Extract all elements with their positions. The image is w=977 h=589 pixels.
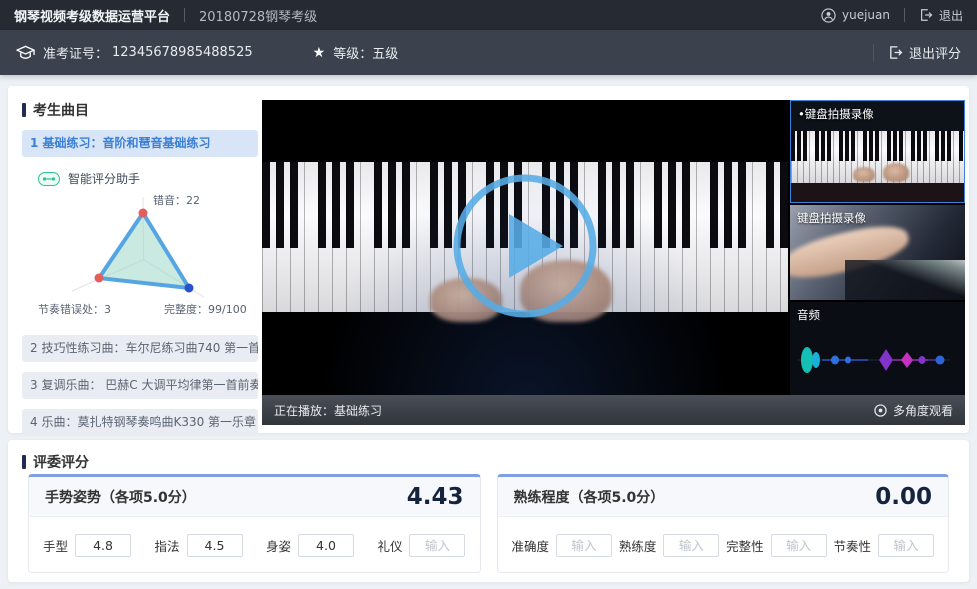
field-body-posture: 身姿 [266,534,354,557]
ticket-label: 准考证号： [43,43,108,62]
accuracy-input[interactable] [556,534,612,557]
app-title: 钢琴视频考级数据运营平台 [14,6,170,25]
field-label: 熟练度 [619,536,657,555]
thumbnail-1-label: •键盘拍摄录像 [798,106,874,122]
radar-label-wrong-notes: 错音：22 [153,193,200,207]
video-status-bar: 正在播放：基础练习 多角度观看 [262,395,965,425]
username: yuejuan [842,8,890,22]
field-etiquette: 礼仪 [377,534,465,557]
playlist-sidebar: 考生曲目 1 基础练习：音阶和琶音基础练习 智能评分助手 错音：22 节奏错误处… [22,100,258,436]
score-card-proficiency-header: 熟练程度（各项5.0分） 0.00 [498,477,949,517]
body-posture-input[interactable] [298,534,354,557]
session-title: 20180728钢琴考级 [199,6,317,25]
piano-edge-image [845,260,965,300]
multi-angle-button[interactable]: 多角度观看 [874,402,953,419]
playlist-title-text: 考生曲目 [33,100,89,120]
song-item-3[interactable]: 3 复调乐曲： 巴赫C 大调平均律第一首前奏曲 [22,372,258,399]
exit-scoring-button[interactable]: 退出评分 [909,43,961,62]
field-label: 完整性 [726,536,764,555]
card-total-score: 4.43 [407,484,464,510]
graduation-cap-icon [16,45,35,61]
divider [904,8,905,22]
play-button[interactable] [449,170,601,326]
divider [873,44,874,62]
field-proficiency: 熟练度 [619,534,720,557]
judge-scoring-panel: 评委评分 手势姿势（各项5.0分） 4.43 手型 指法 身姿 [8,440,969,582]
thumbnail-2-label: 键盘拍摄录像 [797,210,866,226]
radar-label-completeness: 完整度：99/100 [164,302,247,316]
score-card-proficiency: 熟练程度（各项5.0分） 0.00 准确度 熟练度 完整性 节奏性 [497,474,950,573]
video-player-area: •键盘拍摄录像 键盘拍摄录像 音频 [262,100,965,425]
radar-dot-wrong-notes [139,209,148,218]
exam-main-panel: 考生曲目 1 基础练习：音阶和琶音基础练习 智能评分助手 错音：22 节奏错误处… [8,86,969,433]
radar-label-rhythm-errors: 节奏错误处：3 [38,302,111,316]
radar-dot-rhythm-errors [95,274,104,283]
etiquette-input[interactable] [409,534,465,557]
field-fingering: 指法 [154,534,242,557]
exam-info-bar: 准考证号： 12345678985488525 ★ 等级：五级 退出评分 [0,30,977,75]
exit-scoring-icon [888,45,903,60]
field-label: 身姿 [266,536,291,555]
audio-track-panel[interactable]: 音频 [790,302,965,395]
proficiency-input[interactable] [663,534,719,557]
scoring-title-text: 评委评分 [33,452,89,472]
assistant-label: 智能评分助手 [68,170,140,187]
ticket-number: 12345678985488525 [112,45,253,60]
radar-area [99,213,189,288]
hand-shape-input[interactable] [75,534,131,557]
field-hand-shape: 手型 [43,534,131,557]
audio-label: 音频 [797,307,820,323]
score-card-posture-header: 手势姿势（各项5.0分） 4.43 [29,477,480,517]
star-icon: ★ [313,45,326,61]
thumb-piano-keys [791,131,964,183]
completeness-input[interactable] [771,534,827,557]
score-card-posture: 手势姿势（各项5.0分） 4.43 手型 指法 身姿 礼仪 [28,474,481,573]
field-label: 指法 [154,536,179,555]
smart-score-assistant[interactable]: 智能评分助手 [38,170,258,187]
field-label: 准确度 [512,536,550,555]
rhythm-input[interactable] [878,534,934,557]
level-value: 等级：五级 [333,43,398,62]
song-item-1[interactable]: 1 基础练习：音阶和琶音基础练习 [22,130,258,157]
thumbnail-keyboard-side[interactable]: 键盘拍摄录像 [790,205,965,300]
title-accent-bar [22,103,26,117]
radar-dot-completeness [185,284,194,293]
multi-angle-icon [874,404,887,417]
logout-icon [919,8,933,22]
angle-thumbnails-column: •键盘拍摄录像 键盘拍摄录像 音频 [790,100,965,395]
thumb-hand-right [883,163,909,182]
divider [184,8,185,22]
field-accuracy: 准确度 [512,534,613,557]
thumb-piano-body [791,183,964,202]
main-video[interactable] [262,100,788,395]
thumb-hand-left [853,167,875,182]
logout-button[interactable]: 退出 [939,7,963,24]
playlist-title: 考生曲目 [22,100,258,120]
now-playing-text: 正在播放：基础练习 [274,402,382,419]
title-accent-bar [22,455,26,469]
card-total-score: 0.00 [875,484,932,510]
field-rhythm: 节奏性 [833,534,934,557]
field-label: 节奏性 [833,536,871,555]
field-completeness: 完整性 [726,534,827,557]
thumbnail-keyboard-top[interactable]: •键盘拍摄录像 [790,100,965,203]
field-label: 手型 [43,536,68,555]
assistant-toggle-icon [38,172,60,186]
user-avatar-icon [821,8,836,23]
multi-angle-label: 多角度观看 [893,402,953,419]
fingering-input[interactable] [187,534,243,557]
radar-chart: 错音：22 节奏错误处：3 完整度：99/100 [22,187,258,325]
song-item-4[interactable]: 4 乐曲：莫扎特钢琴奏鸣曲K330 第一乐章 [22,409,258,436]
top-header: 钢琴视频考级数据运营平台 20180728钢琴考级 yuejuan 退出 [0,0,977,30]
song-item-2[interactable]: 2 技巧性练习曲：车尔尼练习曲740 第一首 [22,335,258,362]
scoring-title: 评委评分 [22,452,89,472]
field-label: 礼仪 [377,536,402,555]
card-title: 熟练程度（各项5.0分） [514,487,665,507]
card-title: 手势姿势（各项5.0分） [45,487,196,507]
